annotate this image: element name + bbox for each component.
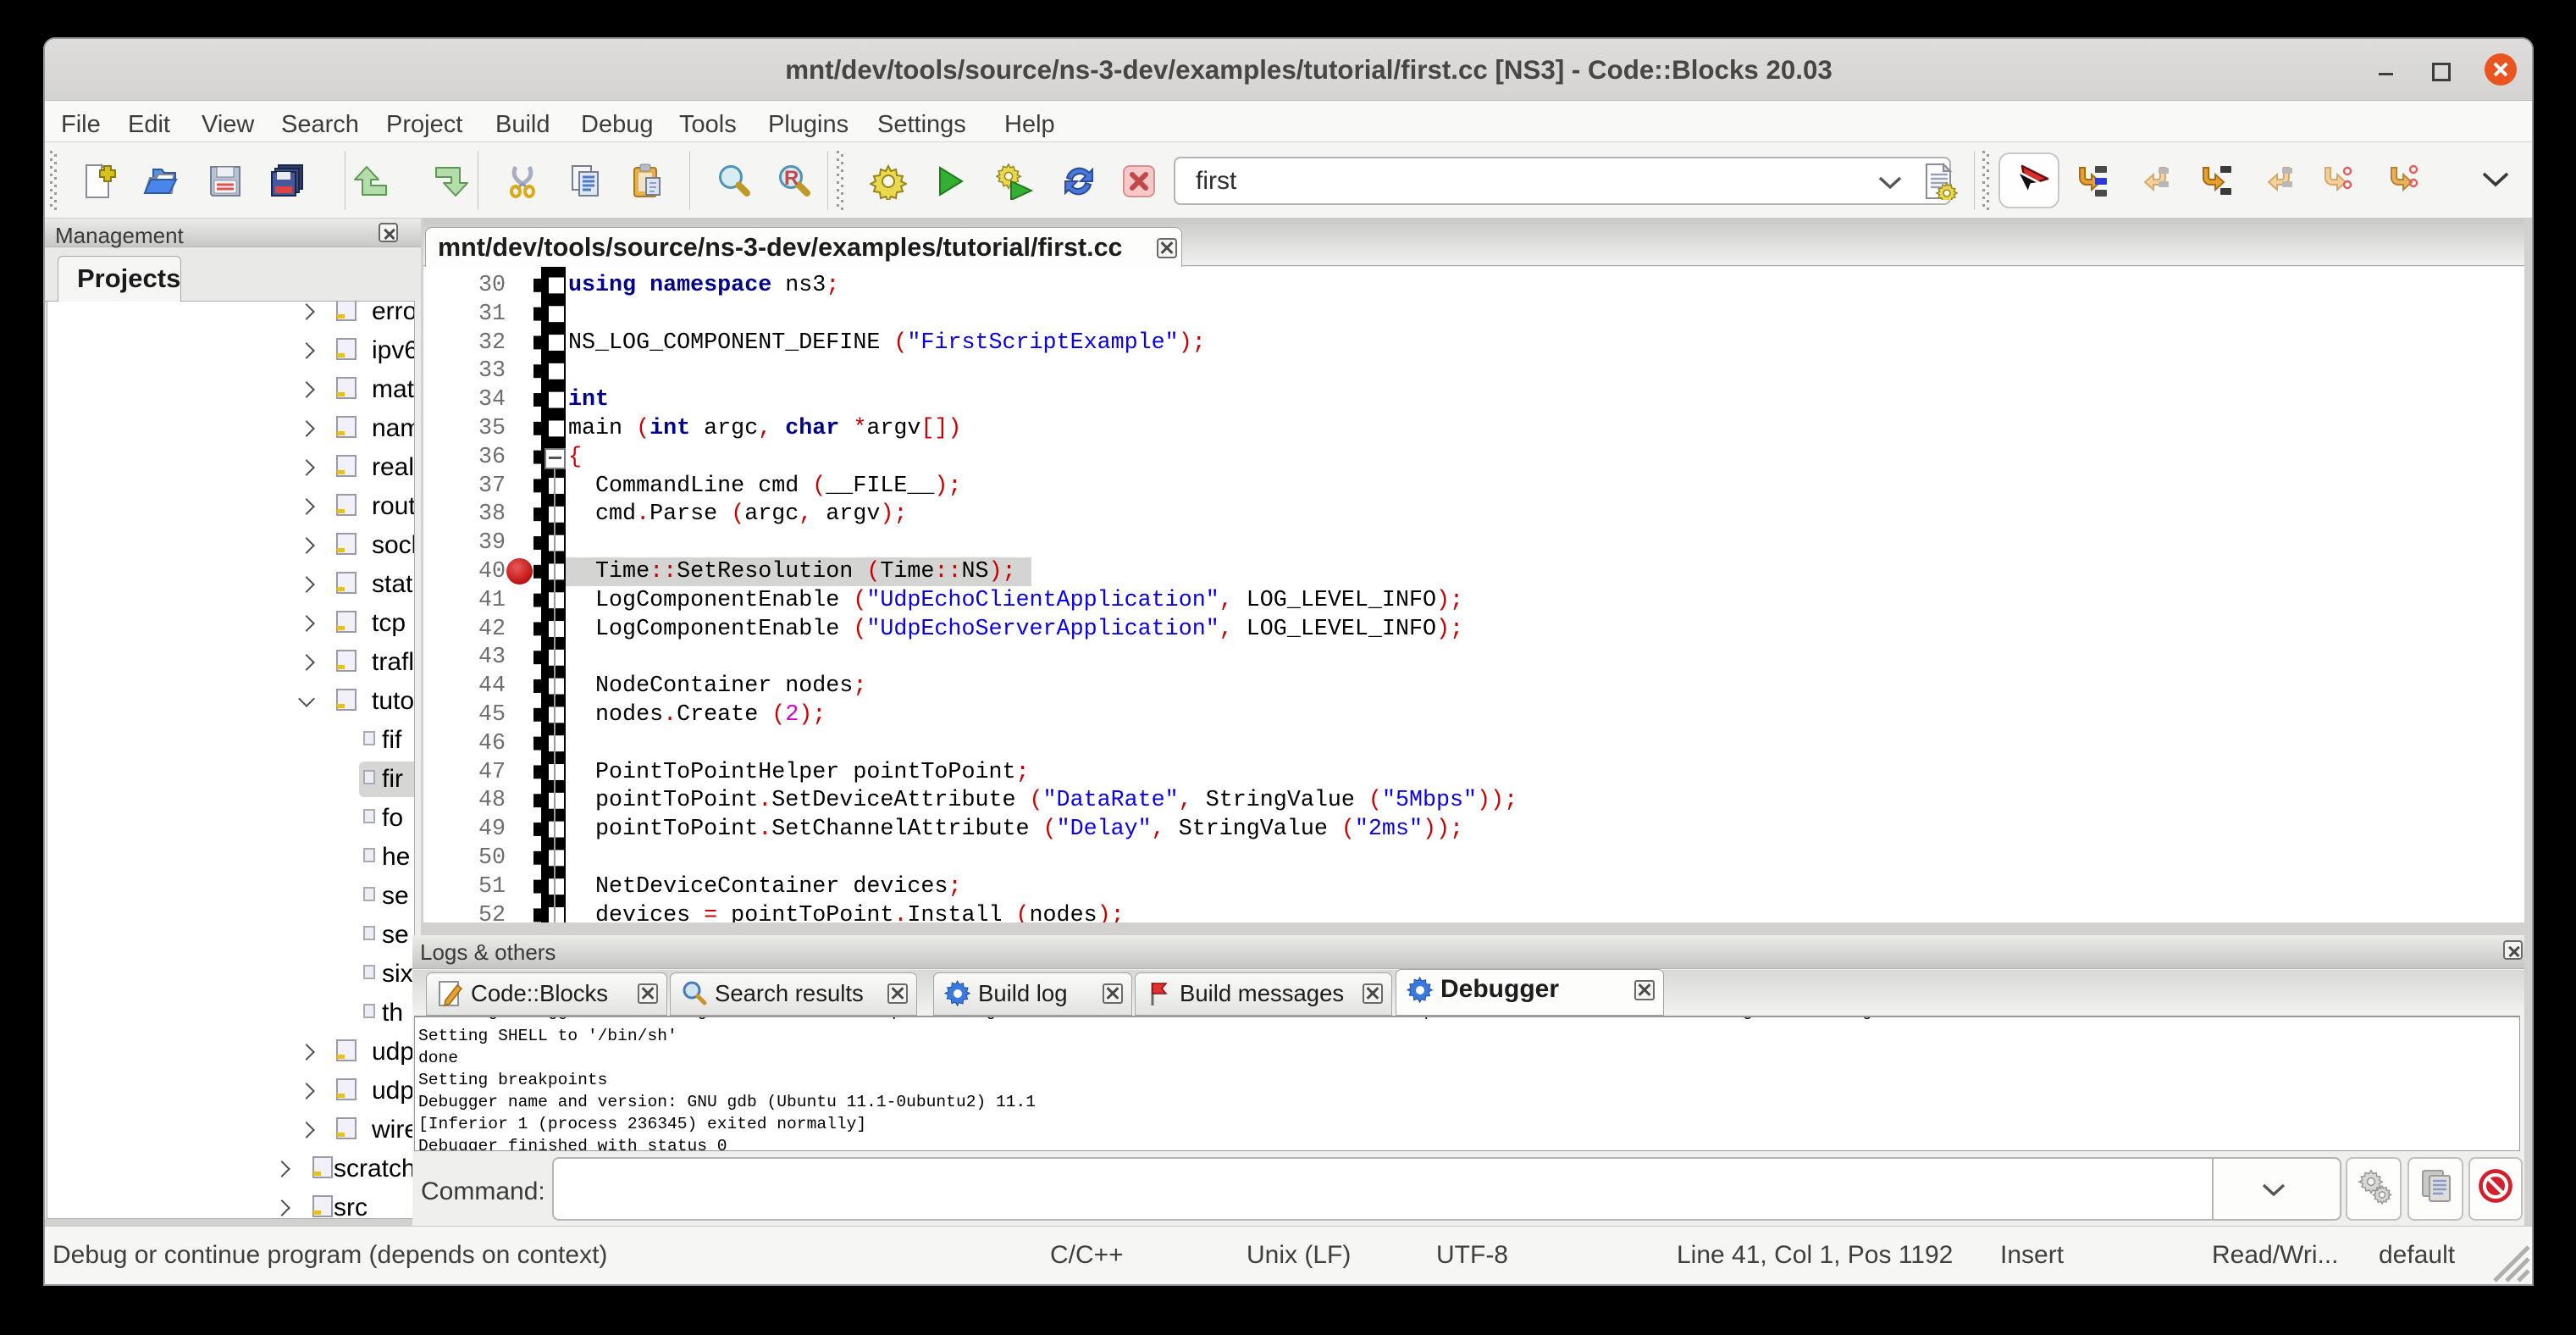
svg-text:R: R	[784, 167, 799, 190]
